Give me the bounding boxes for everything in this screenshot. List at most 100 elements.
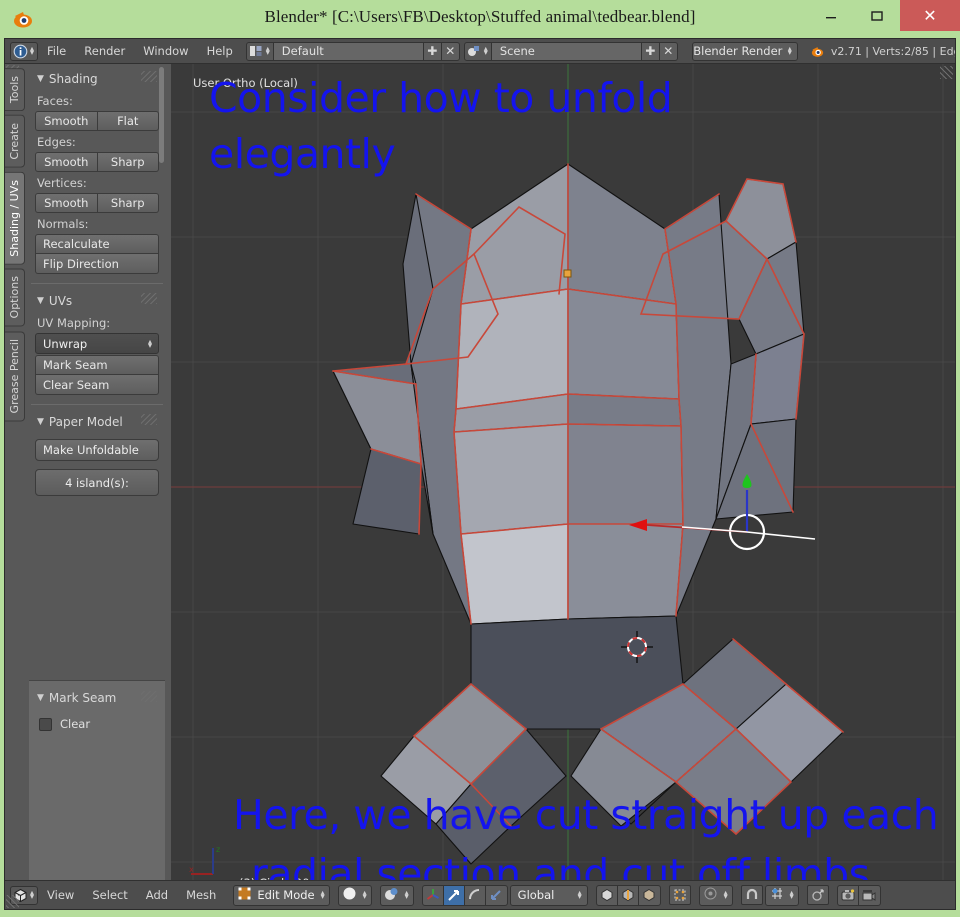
scale-manipulator-icon[interactable]	[485, 885, 507, 905]
islands-count-button[interactable]: 4 island(s):	[35, 469, 159, 496]
menu-mesh[interactable]: Mesh	[177, 886, 225, 905]
screen-layout-name[interactable]: Default	[273, 41, 424, 61]
edges-label: Edges:	[37, 135, 76, 149]
menu-view[interactable]: View	[38, 886, 83, 905]
scene-browse-button[interactable]: ▴ ▾	[463, 41, 492, 61]
clear-seam-button[interactable]: Clear Seam	[35, 375, 159, 395]
screen-layout-add-button[interactable]: ✚	[423, 41, 442, 61]
clear-checkbox[interactable]	[39, 717, 52, 731]
vertices-sharp-button[interactable]: Sharp	[97, 193, 159, 213]
orientation-label: Global	[517, 888, 555, 902]
svg-text:z: z	[216, 845, 220, 854]
chevron-updown-icon: ▴ ▾	[577, 888, 582, 901]
faces-label: Faces:	[37, 94, 73, 108]
vertex-select-icon[interactable]	[596, 885, 618, 905]
menu-file[interactable]: File	[38, 42, 75, 61]
tab-create[interactable]: Create	[5, 115, 25, 168]
tab-grease-pencil[interactable]: Grease Pencil	[5, 330, 25, 422]
panel-grip-icon	[141, 293, 157, 304]
mode-label: Edit Mode	[257, 888, 315, 902]
toolshelf-tabs: Tools Create Shading / UVs Options Greas…	[5, 68, 27, 425]
make-unfoldable-button[interactable]: Make Unfoldable	[35, 439, 159, 461]
recalculate-normals-button[interactable]: Recalculate	[35, 234, 159, 254]
scene-statistics: v2.71 | Verts:2/85 | Edges:1/	[810, 44, 955, 59]
screen-layout-delete-button[interactable]: ✕	[441, 41, 460, 61]
translate-manipulator-icon[interactable]	[443, 885, 465, 905]
mode-selector[interactable]: Edit Mode ▴ ▾	[233, 884, 330, 906]
render-animation-icon[interactable]	[858, 885, 880, 905]
viewport-shading-selector[interactable]: ▴ ▾	[337, 884, 372, 906]
close-button[interactable]: ✕	[900, 0, 960, 31]
screen-layout-control: ▴ ▾ Default ✚ ✕	[245, 41, 460, 61]
scene-control: ▴ ▾ Scene ✚ ✕	[463, 41, 678, 61]
annotation-bottom-line2: radial section and cut off limbs	[251, 850, 870, 880]
panel-shading-title: Shading	[48, 72, 98, 86]
render-image-icon[interactable]	[837, 885, 859, 905]
chevron-down-icon: ▼	[37, 693, 44, 703]
uv-mapping-dropdown[interactable]: Unwrap ▴ ▾	[35, 333, 159, 354]
screen-layout-icon	[249, 44, 264, 59]
snap-increment-icon	[769, 886, 784, 905]
menu-render[interactable]: Render	[75, 42, 134, 61]
viewport-3d[interactable]: x z User Ortho (Local) (3) Circle.001 Co…	[171, 64, 955, 880]
snap-element-selector[interactable]: ▴ ▾	[764, 884, 799, 906]
chevron-updown-icon: ▴ ▾	[787, 44, 792, 57]
faces-flat-button[interactable]: Flat	[97, 111, 159, 131]
toolshelf-panels: ▼ Shading Faces: Smooth Flat Edges: Smoo…	[29, 64, 165, 880]
info-header: ▴ ▾ File Render Window Help ▴ ▾ Default …	[5, 39, 955, 64]
proportional-edit-icon[interactable]	[806, 885, 829, 905]
mark-seam-button[interactable]: Mark Seam	[35, 355, 159, 375]
editmode-icon	[237, 886, 252, 905]
menu-window[interactable]: Window	[134, 42, 197, 61]
menu-select[interactable]: Select	[83, 886, 136, 905]
tab-options[interactable]: Options	[5, 268, 25, 327]
annotation-top-line2: elegantly	[209, 130, 396, 178]
scene-add-button[interactable]: ✚	[641, 41, 660, 61]
edges-buttons: Smooth Sharp	[35, 152, 159, 172]
annotation-bottom-line1: Here, we have cut straight up each	[233, 791, 939, 839]
blender-logo-icon	[810, 44, 825, 59]
render-preview-selector[interactable]: ▴ ▾	[379, 884, 414, 906]
edges-sharp-button[interactable]: Sharp	[97, 152, 159, 172]
render-preview-icon	[384, 886, 399, 905]
faces-smooth-button[interactable]: Smooth	[35, 111, 98, 131]
menu-add[interactable]: Add	[137, 886, 177, 905]
edges-smooth-button[interactable]: Smooth	[35, 152, 98, 172]
minimize-button[interactable]	[808, 0, 854, 31]
panel-uvs-title: UVs	[48, 294, 73, 308]
tab-shading-uvs[interactable]: Shading / UVs	[5, 171, 25, 265]
uv-mapping-label: UV Mapping:	[37, 316, 111, 330]
face-select-icon[interactable]	[638, 885, 660, 905]
edge-select-icon[interactable]	[617, 885, 639, 905]
operator-clear-row[interactable]: Clear	[35, 709, 159, 731]
scene-icon	[467, 44, 482, 59]
manipulator-toggle-icon[interactable]	[422, 885, 444, 905]
panel-paper-model: ▼ Paper Model Make Unfoldable 4 island(s…	[29, 407, 165, 496]
chevron-updown-icon: ▴ ▾	[789, 888, 794, 901]
screen-layout-browse-button[interactable]: ▴ ▾	[245, 41, 274, 61]
limit-selection-icon[interactable]	[668, 885, 691, 905]
tab-tools[interactable]: Tools	[5, 68, 25, 112]
render-engine-label: Blender Render	[693, 44, 783, 58]
chevron-updown-icon: ▴ ▾	[30, 44, 35, 57]
svg-text:x: x	[189, 865, 194, 874]
render-engine-selector[interactable]: Blender Render ▴ ▾	[691, 41, 798, 61]
panel-grip-icon	[141, 414, 157, 425]
vertices-buttons: Smooth Sharp	[35, 193, 159, 213]
snap-magnet-icon[interactable]	[740, 885, 763, 905]
operator-panel-title: Mark Seam	[48, 691, 117, 705]
scene-delete-button[interactable]: ✕	[659, 41, 678, 61]
editor-type-selector[interactable]: ▴ ▾	[10, 41, 39, 61]
vertices-smooth-button[interactable]: Smooth	[35, 193, 98, 213]
panel-divider	[31, 283, 163, 284]
seam-buttons: Mark Seam Clear Seam	[35, 355, 159, 395]
transform-orientation-selector[interactable]: Global ▴ ▾	[509, 884, 588, 906]
rotate-manipulator-icon[interactable]	[464, 885, 486, 905]
pivot-point-selector[interactable]: ▴ ▾	[698, 884, 733, 906]
flip-direction-button[interactable]: Flip Direction	[35, 254, 159, 274]
maximize-button[interactable]	[854, 0, 900, 31]
panel-uvs: ▼ UVs UV Mapping: Unwrap ▴ ▾ Mark Seam Cl…	[29, 286, 165, 395]
menu-help[interactable]: Help	[198, 42, 242, 61]
scene-name[interactable]: Scene	[491, 41, 642, 61]
pivot-median-icon	[703, 886, 718, 905]
